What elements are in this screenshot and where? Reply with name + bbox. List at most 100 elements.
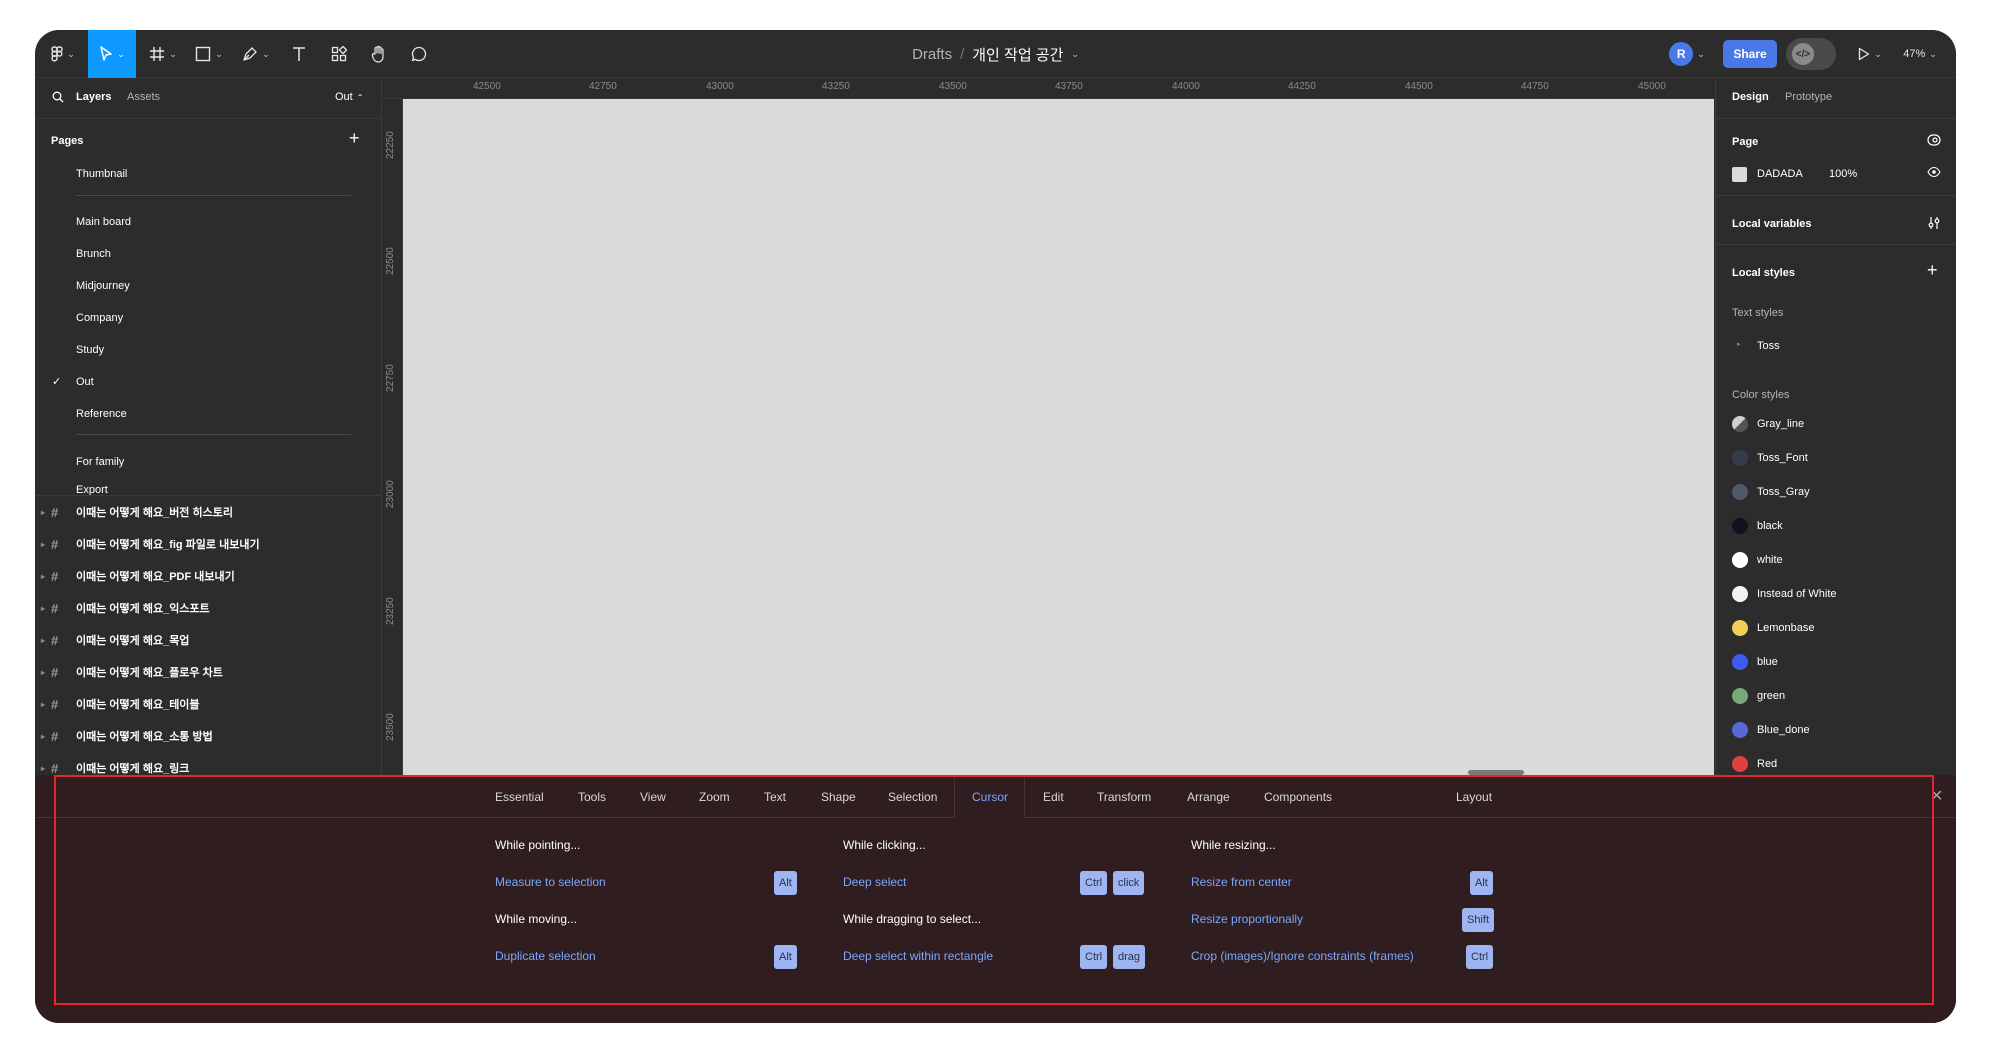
- page-divider: [76, 195, 351, 196]
- tab-cursor[interactable]: Cursor: [972, 790, 1008, 804]
- color-style-item[interactable]: Toss_Font: [1716, 450, 1956, 470]
- close-icon[interactable]: ✕: [1930, 786, 1943, 806]
- layer-row[interactable]: ▸ # 이때는 어떻게 해요_PDF 내보내기: [35, 560, 382, 592]
- tab-design[interactable]: Design: [1732, 91, 1769, 103]
- tab-assets[interactable]: Assets: [127, 91, 160, 103]
- tab-prototype[interactable]: Prototype: [1785, 91, 1832, 103]
- page-item-brunch[interactable]: Brunch: [76, 248, 111, 260]
- current-page-dropdown[interactable]: Out ⌃: [335, 91, 363, 103]
- color-style-name: Gray_line: [1757, 418, 1805, 430]
- expand-arrow-icon[interactable]: ▸: [41, 668, 45, 677]
- expand-arrow-icon[interactable]: ▸: [41, 732, 45, 741]
- color-swatch: [1732, 484, 1748, 500]
- color-style-item[interactable]: Red: [1716, 756, 1956, 776]
- layer-row[interactable]: ▸ # 이때는 어떻게 해요_버전 히스토리: [35, 496, 382, 528]
- tab-arrange[interactable]: Arrange: [1187, 790, 1230, 804]
- layer-row[interactable]: ▸ # 이때는 어떻게 해요_목업: [35, 624, 382, 656]
- expand-arrow-icon[interactable]: ▸: [41, 636, 45, 645]
- local-variables-header[interactable]: Local variables: [1732, 218, 1812, 230]
- move-tool-button[interactable]: ⌄: [88, 30, 136, 78]
- chevron-down-icon[interactable]: ⌄: [1071, 49, 1079, 60]
- page-color-swatch[interactable]: [1732, 167, 1747, 182]
- expand-arrow-icon[interactable]: ▸: [41, 508, 45, 517]
- text-style-toss[interactable]: Toss: [1757, 340, 1780, 352]
- frame-hash-icon: #: [51, 536, 59, 552]
- layer-row[interactable]: ▸ # 이때는 어떻게 해요_테이블: [35, 688, 382, 720]
- page-color-value[interactable]: DADADA: [1757, 168, 1803, 180]
- text-tool-button[interactable]: [285, 30, 313, 78]
- tab-layout[interactable]: Layout: [1456, 790, 1492, 804]
- expand-arrow-icon[interactable]: ▸: [41, 540, 45, 549]
- chevron-down-icon: ⌄: [1697, 48, 1705, 59]
- tab-essential[interactable]: Essential: [495, 790, 544, 804]
- zoom-menu[interactable]: 47% ⌄: [1897, 30, 1943, 78]
- layer-row[interactable]: ▸ # 이때는 어떻게 해요_fig 파일로 내보내기: [35, 528, 382, 560]
- color-style-item[interactable]: blue: [1716, 654, 1956, 674]
- main-menu-button[interactable]: ⌄: [47, 30, 79, 78]
- color-style-item[interactable]: black: [1716, 518, 1956, 538]
- search-icon[interactable]: [52, 90, 64, 103]
- page-item-main-board[interactable]: Main board: [76, 216, 131, 228]
- layer-row[interactable]: ▸ # 이때는 어떻게 해요_익스포트: [35, 592, 382, 624]
- color-style-item[interactable]: Lemonbase: [1716, 620, 1956, 640]
- variables-sliders-icon[interactable]: [1927, 216, 1941, 233]
- comment-tool-button[interactable]: [405, 30, 433, 78]
- page-item-for-family[interactable]: For family: [76, 456, 124, 468]
- eye-icon[interactable]: [1927, 166, 1941, 181]
- page-opacity-value[interactable]: 100%: [1829, 168, 1857, 180]
- page-item-thumbnail[interactable]: Thumbnail: [76, 168, 127, 180]
- tab-shape[interactable]: Shape: [821, 790, 856, 804]
- expand-arrow-icon[interactable]: ▸: [41, 604, 45, 613]
- add-page-icon[interactable]: +: [349, 128, 360, 149]
- tab-transform[interactable]: Transform: [1097, 790, 1151, 804]
- layer-row[interactable]: ▸ # 이때는 어떻게 해요_플로우 차트: [35, 656, 382, 688]
- tab-components[interactable]: Components: [1264, 790, 1332, 804]
- expand-arrow-icon[interactable]: ▸: [41, 764, 45, 773]
- color-style-item[interactable]: Blue_done: [1716, 722, 1956, 742]
- dev-mode-toggle[interactable]: </>: [1786, 38, 1836, 70]
- tab-zoom[interactable]: Zoom: [699, 790, 730, 804]
- layer-label: 이때는 어떻게 해요_링크: [76, 763, 190, 775]
- color-style-item[interactable]: white: [1716, 552, 1956, 572]
- tab-edit[interactable]: Edit: [1043, 790, 1064, 804]
- pen-tool-button[interactable]: ⌄: [238, 30, 274, 78]
- shortcut-key: click: [1113, 871, 1145, 895]
- tab-view[interactable]: View: [640, 790, 666, 804]
- page-item-company[interactable]: Company: [76, 312, 123, 324]
- ruler-tick: 44250: [1288, 81, 1316, 92]
- page-item-midjourney[interactable]: Midjourney: [76, 280, 130, 292]
- shortcut-group-heading: While pointing...: [495, 838, 581, 852]
- canvas-page-area[interactable]: [403, 99, 1714, 779]
- expand-arrow-icon[interactable]: ▸: [41, 572, 45, 581]
- page-item-reference[interactable]: Reference: [76, 408, 127, 420]
- color-style-item[interactable]: Toss_Gray: [1716, 484, 1956, 504]
- page-settings-icon[interactable]: [1927, 134, 1941, 149]
- page-item-study[interactable]: Study: [76, 344, 104, 356]
- page-item-out[interactable]: Out: [76, 376, 94, 388]
- expand-arrow-icon[interactable]: ▸: [41, 700, 45, 709]
- expand-arrow-icon[interactable]: ▸: [1737, 340, 1741, 348]
- tab-layers[interactable]: Layers: [76, 91, 111, 103]
- file-name[interactable]: 개인 작업 공간: [972, 44, 1063, 65]
- layer-label: 이때는 어떻게 해요_목업: [76, 635, 190, 647]
- layer-row[interactable]: ▸ # 이때는 어떻게 해요_소통 방법: [35, 720, 382, 752]
- color-style-item[interactable]: Instead of White: [1716, 586, 1956, 606]
- breadcrumb-drafts[interactable]: Drafts: [912, 46, 952, 63]
- tab-text[interactable]: Text: [764, 790, 786, 804]
- user-avatar-button[interactable]: R ⌄: [1668, 30, 1706, 78]
- tab-selection[interactable]: Selection: [888, 790, 937, 804]
- present-button[interactable]: ⌄: [1853, 30, 1887, 78]
- hand-tool-button[interactable]: [365, 30, 393, 78]
- layer-label: 이때는 어떻게 해요_fig 파일로 내보내기: [76, 539, 260, 551]
- share-button[interactable]: Share: [1723, 40, 1777, 68]
- divider: [1716, 244, 1956, 245]
- tab-tools[interactable]: Tools: [578, 790, 606, 804]
- resources-button[interactable]: [325, 30, 353, 78]
- color-style-item[interactable]: green: [1716, 688, 1956, 708]
- toolbar: ⌄ ⌄ ⌄ ⌄ ⌄ Drafts / 개인 작업 공간 ⌄ R ⌄ Share …: [35, 30, 1956, 78]
- add-style-icon[interactable]: +: [1927, 260, 1938, 281]
- color-style-item[interactable]: Gray_line: [1716, 416, 1956, 436]
- frame-tool-button[interactable]: ⌄: [145, 30, 181, 78]
- shape-tool-button[interactable]: ⌄: [191, 30, 227, 78]
- color-swatch: [1732, 416, 1748, 432]
